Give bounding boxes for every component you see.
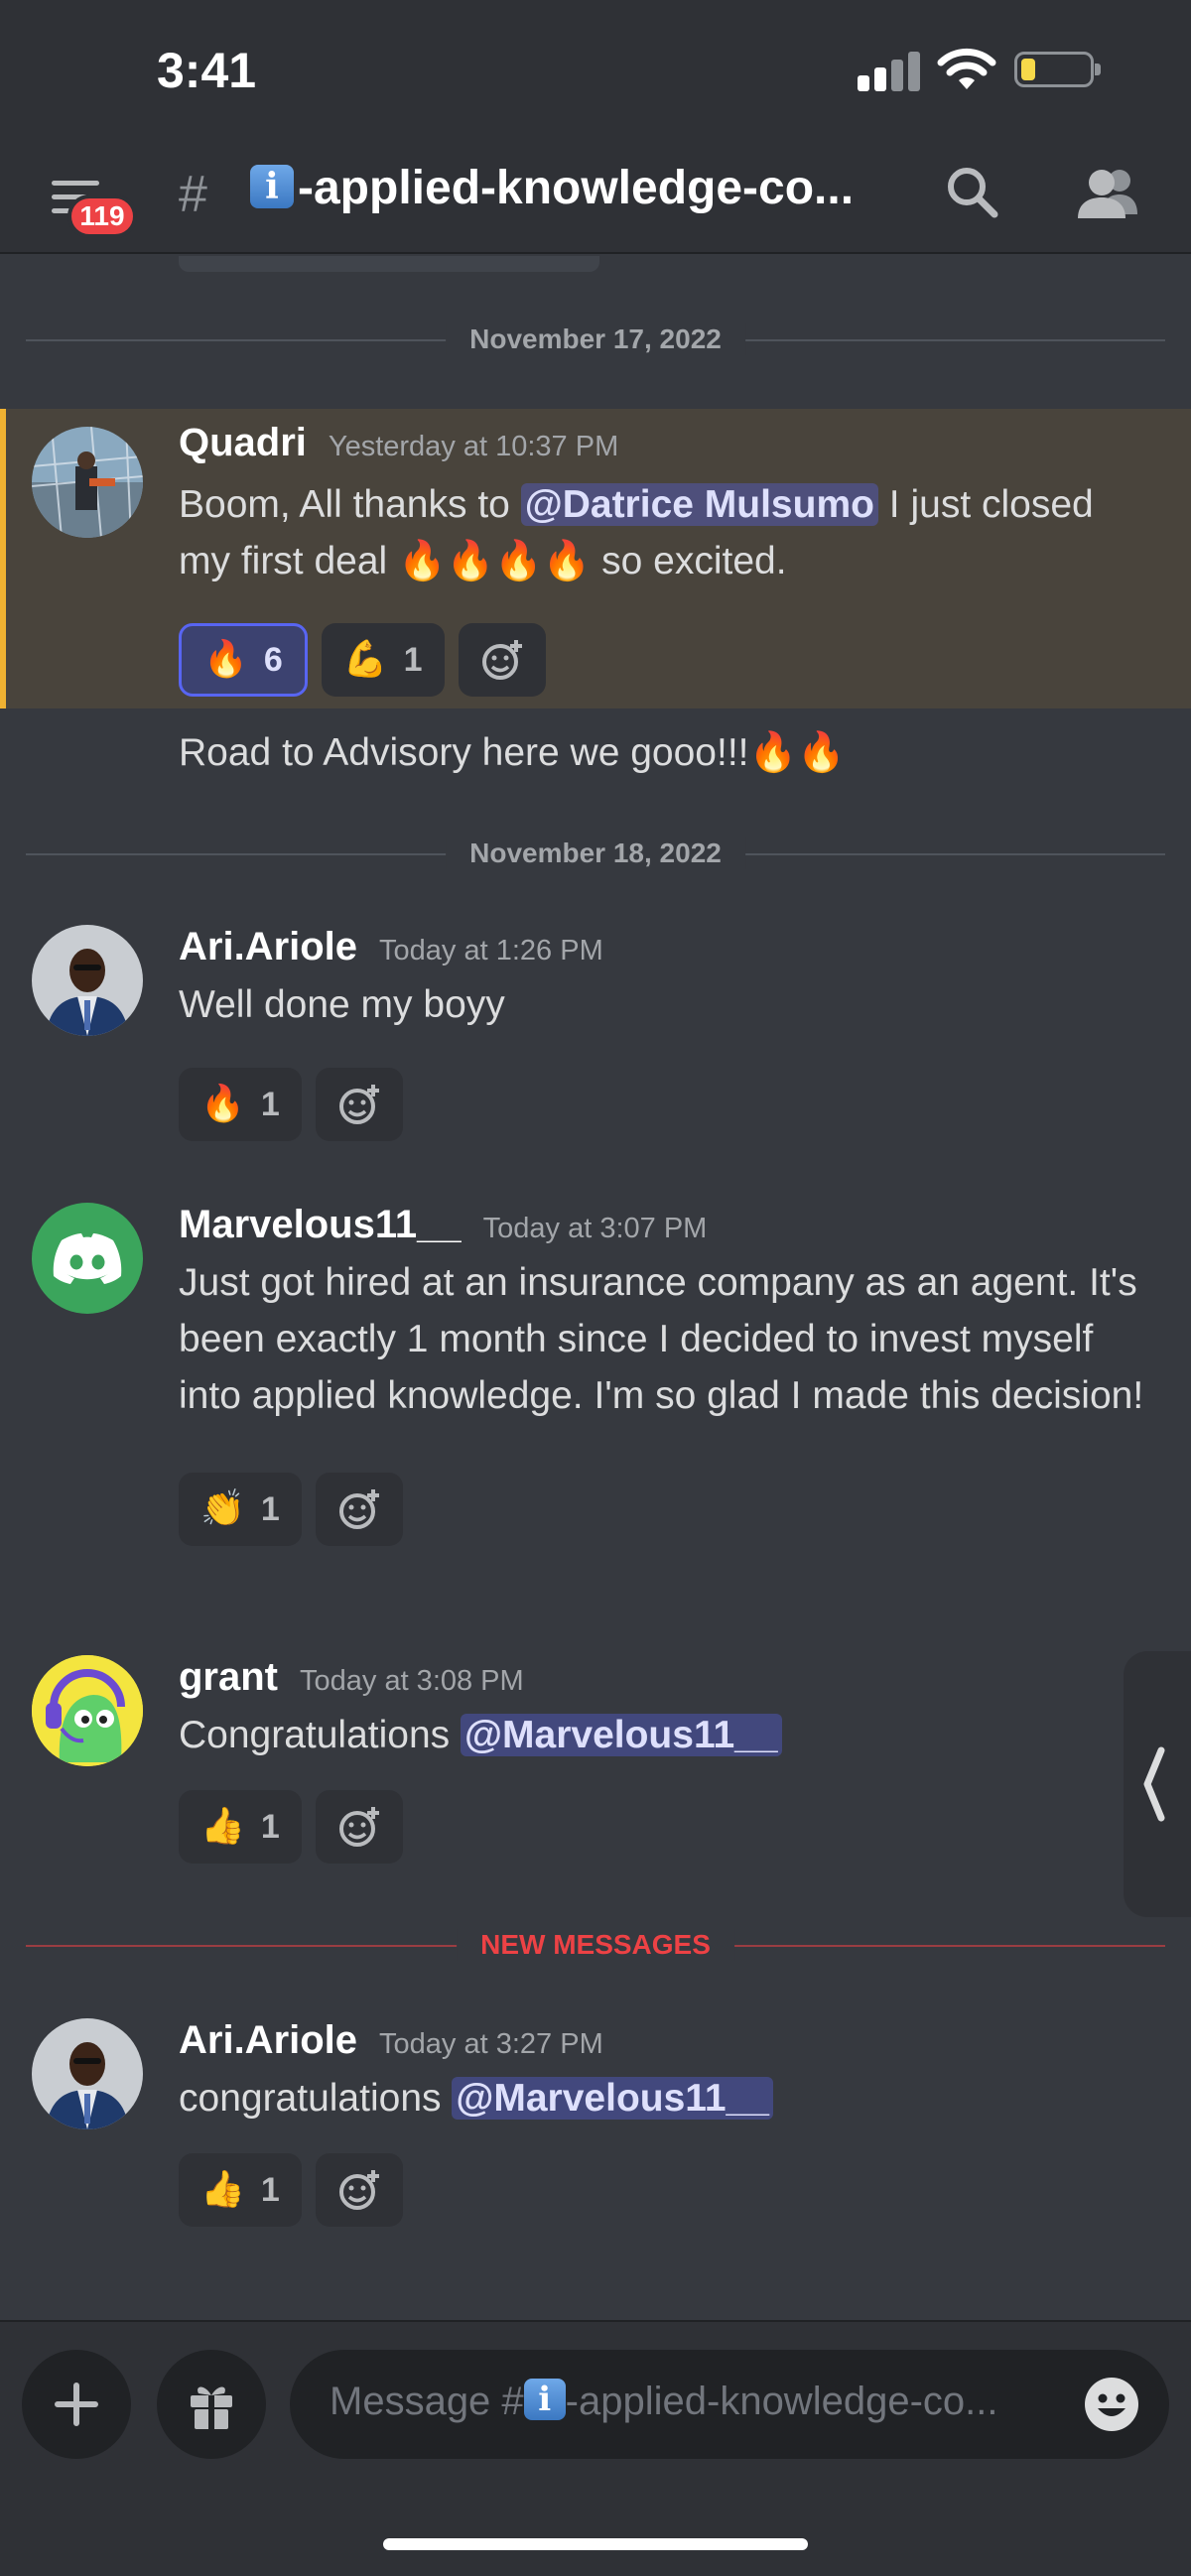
fire-emoji: 🔥 xyxy=(203,639,248,680)
reaction-clap[interactable]: 👏 1 xyxy=(179,1473,302,1546)
message-item[interactable]: Ari.Ariole Today at 3:27 PM congratulatio… xyxy=(0,2018,1191,2249)
thumbs-up-emoji: 👍 xyxy=(200,2169,245,2210)
reaction-fire[interactable]: 🔥 1 xyxy=(179,1068,302,1141)
reaction-count: 1 xyxy=(260,1085,280,1123)
add-reaction-button[interactable] xyxy=(315,1790,403,1864)
add-reaction-icon xyxy=(338,1807,379,1847)
cellular-signal-icon xyxy=(858,48,921,91)
message-author[interactable]: Ari.Ariole Today at 3:27 PM xyxy=(179,2018,603,2063)
channel-header: 119 # i -applied-knowledge-co... xyxy=(0,139,1191,254)
add-reaction-button[interactable] xyxy=(458,623,546,697)
message-author[interactable]: Quadri Yesterday at 10:37 PM xyxy=(179,421,618,465)
message-author[interactable]: Marvelous11__ Today at 3:07 PM xyxy=(179,1203,707,1247)
wifi-icon xyxy=(937,48,996,89)
reaction-count: 1 xyxy=(260,2170,280,2209)
reaction-muscle[interactable]: 💪 1 xyxy=(321,623,445,697)
reaction-bar: 🔥 1 xyxy=(179,1068,403,1141)
home-indicator xyxy=(383,2538,808,2550)
message-timestamp: Today at 1:26 PM xyxy=(379,935,603,966)
reaction-thumbs-up[interactable]: 👍 1 xyxy=(179,1790,302,1864)
fire-emoji: 🔥 xyxy=(200,1084,245,1124)
message-author[interactable]: Ari.Ariole Today at 1:26 PM xyxy=(179,925,603,969)
date-divider: November 17, 2022 xyxy=(26,320,1165,359)
add-reaction-button[interactable] xyxy=(315,1068,403,1141)
plus-icon xyxy=(55,2383,98,2426)
status-bar: 3:41 xyxy=(0,0,1191,139)
channel-name-text: -applied-knowledge-co... xyxy=(298,162,855,214)
reaction-count: 1 xyxy=(260,1807,280,1846)
gift-button[interactable] xyxy=(157,2350,266,2459)
add-reaction-button[interactable] xyxy=(315,2153,403,2227)
message-text: Congratulations @Marvelous11__ xyxy=(179,1707,1151,1763)
info-emoji-icon: i xyxy=(250,165,294,209)
reaction-count: 1 xyxy=(403,640,423,679)
message-text: Just got hired at an insurance company a… xyxy=(179,1261,1144,1417)
discord-logo-icon xyxy=(53,1233,122,1284)
add-reaction-icon xyxy=(481,640,522,680)
message-text: congratulations @Marvelous11__ xyxy=(179,2070,1151,2126)
new-messages-divider: NEW MESSAGES xyxy=(26,1925,1165,1965)
reaction-count: 6 xyxy=(263,640,283,679)
reaction-count: 1 xyxy=(260,1489,280,1528)
chevron-left-icon xyxy=(1143,1746,1165,1822)
add-attachment-button[interactable] xyxy=(22,2350,131,2459)
info-emoji-icon: i xyxy=(523,2379,566,2421)
clapping-hands-emoji: 👏 xyxy=(200,1488,245,1529)
reaction-bar: 👍 1 xyxy=(179,1790,403,1864)
channel-title[interactable]: i -applied-knowledge-co... xyxy=(250,161,854,215)
message-text: Boom, All thanks to @Datrice Mulsumo I j… xyxy=(179,483,1094,582)
message-timestamp: Today at 3:08 PM xyxy=(300,1665,524,1697)
message-item[interactable]: Marvelous11__ Today at 3:07 PM Just got h… xyxy=(0,1203,1191,1570)
add-reaction-icon xyxy=(338,2170,379,2210)
flexed-biceps-emoji: 💪 xyxy=(342,639,388,680)
avatar[interactable] xyxy=(32,1655,143,1766)
notification-badge: 119 xyxy=(67,194,137,238)
reaction-bar: 👍 1 xyxy=(179,2153,403,2227)
message-input[interactable]: Message # i -applied-knowledge-co... xyxy=(290,2350,1169,2459)
message-input-placeholder: Message # i -applied-knowledge-co... xyxy=(330,2379,998,2423)
avatar[interactable] xyxy=(32,925,143,1036)
message-author[interactable]: grant Today at 3:08 PM xyxy=(179,1655,524,1700)
reaction-bar: 👏 1 xyxy=(179,1473,403,1546)
reaction-thumbs-up[interactable]: 👍 1 xyxy=(179,2153,302,2227)
reaction-bar: 🔥 6 💪 1 xyxy=(179,623,546,697)
avatar[interactable] xyxy=(32,2018,143,2129)
previous-message-edge xyxy=(179,256,599,272)
user-mention[interactable]: @Marvelous11__ xyxy=(452,2077,773,2120)
battery-icon xyxy=(1014,52,1101,87)
date-divider-label: November 18, 2022 xyxy=(446,837,745,869)
message-timestamp: Yesterday at 10:37 PM xyxy=(328,431,619,462)
date-divider: November 18, 2022 xyxy=(26,834,1165,873)
message-item[interactable]: grant Today at 3:08 PM Congratulations @M… xyxy=(0,1655,1191,1885)
user-mention[interactable]: @Marvelous11__ xyxy=(461,1714,782,1756)
reaction-fire[interactable]: 🔥 6 xyxy=(179,623,308,697)
message-text: Well done my boyy xyxy=(179,983,505,1026)
gift-icon xyxy=(191,2386,232,2429)
menu-button[interactable]: 119 xyxy=(40,163,139,242)
members-icon[interactable] xyxy=(1072,163,1143,222)
message-timestamp: Today at 3:07 PM xyxy=(482,1213,708,1244)
new-messages-label: NEW MESSAGES xyxy=(457,1929,734,1961)
add-reaction-button[interactable] xyxy=(315,1473,403,1546)
message-list[interactable]: November 17, 2022 Quadri Yesterday at 10:… xyxy=(0,256,1191,2320)
channel-hash-icon: # xyxy=(179,166,207,223)
date-divider-label: November 17, 2022 xyxy=(446,323,745,355)
search-icon[interactable] xyxy=(943,163,1002,222)
avatar[interactable] xyxy=(32,427,143,538)
message-followup-text: Road to Advisory here we gooo!!!🔥🔥 xyxy=(179,731,846,774)
smiley-icon[interactable] xyxy=(1084,2377,1139,2432)
add-reaction-icon xyxy=(338,1489,379,1529)
side-panel-handle[interactable] xyxy=(1124,1651,1191,1917)
message-item[interactable]: Ari.Ariole Today at 1:26 PM Well done my … xyxy=(0,925,1191,1163)
message-timestamp: Today at 3:27 PM xyxy=(379,2028,603,2060)
status-time: 3:41 xyxy=(157,43,257,98)
avatar[interactable] xyxy=(32,1203,143,1314)
add-reaction-icon xyxy=(338,1085,379,1124)
message-item[interactable]: Quadri Yesterday at 10:37 PM Boom, All th… xyxy=(0,409,1191,708)
user-mention[interactable]: @Datrice Mulsumo xyxy=(520,483,878,526)
thumbs-up-emoji: 👍 xyxy=(200,1806,245,1847)
